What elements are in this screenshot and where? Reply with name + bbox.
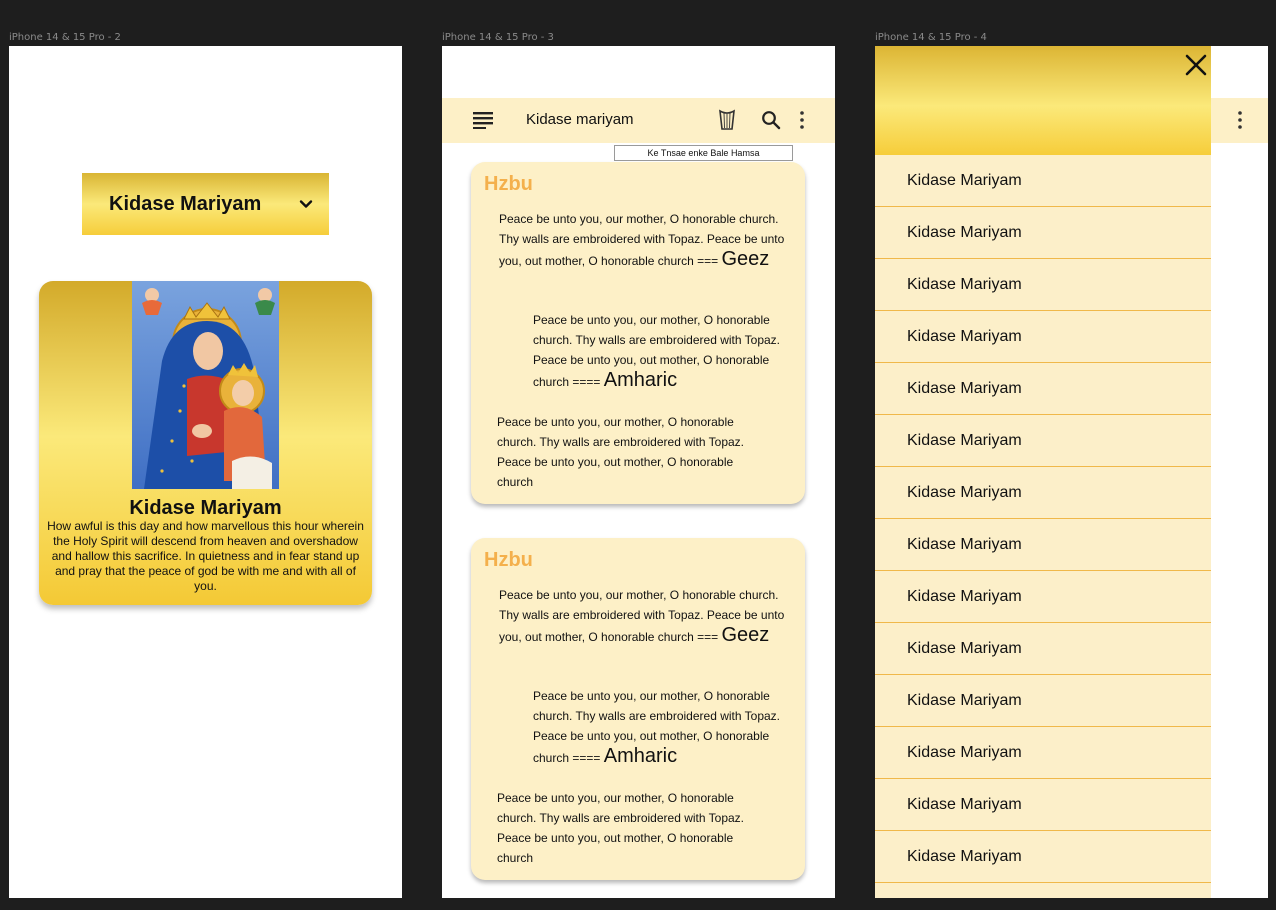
featured-card[interactable]: Kidase Mariyam How awful is this day and…: [39, 281, 372, 605]
reader-screen: Kidase mariyam Ke Tnsae enke Bale Hamsa …: [442, 46, 835, 898]
harp-icon[interactable]: [718, 109, 736, 131]
verse-card[interactable]: Hzbu Peace be unto you, our mother, O ho…: [471, 538, 805, 880]
english-passage: Peace be unto you, our mother, O honorab…: [497, 415, 745, 489]
verse-heading: Hzbu: [484, 549, 533, 571]
navigation-drawer: Kidase Mariyam Kidase Mariyam Kidase Mariy…: [875, 46, 1211, 898]
drawer-list: Kidase Mariyam Kidase Mariyam Kidase Mariy…: [875, 155, 1211, 883]
drawer-item[interactable]: Kidase Mariyam: [875, 571, 1211, 623]
drawer-item[interactable]: Kidase Mariyam: [875, 779, 1211, 831]
drawer-item[interactable]: Kidase Mariyam: [875, 259, 1211, 311]
amharic-passage: Peace be unto you, our mother, O honorab…: [533, 310, 803, 392]
drawer-item[interactable]: Kidase Mariyam: [875, 363, 1211, 415]
drawer-item[interactable]: Kidase Mariyam: [875, 155, 1211, 207]
close-icon[interactable]: [1185, 54, 1207, 76]
home-screen: Kidase Mariyam Kidase Mariyam How awful …: [9, 46, 402, 898]
drawer-item[interactable]: Kidase Mariyam: [875, 311, 1211, 363]
amharic-label: Amharic: [603, 745, 678, 767]
liturgy-dropdown[interactable]: Kidase Mariyam: [82, 173, 329, 235]
verse-heading: Hzbu: [484, 173, 533, 195]
geez-passage: Peace be unto you, our mother, O honorab…: [499, 209, 789, 271]
app-bar: Kidase mariyam: [442, 98, 835, 143]
drawer-item[interactable]: Kidase Mariyam: [875, 415, 1211, 467]
more-vert-icon[interactable]: [799, 110, 805, 130]
drawer-item[interactable]: Kidase Mariyam: [875, 831, 1211, 883]
drawer-item[interactable]: Kidase Mariyam: [875, 519, 1211, 571]
drawer-header: [875, 46, 1211, 155]
amharic-passage: Peace be unto you, our mother, O honorab…: [533, 686, 803, 768]
app-bar-title: Kidase mariyam: [526, 111, 634, 128]
more-vert-icon[interactable]: [1237, 110, 1243, 130]
chevron-down-icon: [299, 200, 313, 208]
amharic-label: Amharic: [603, 369, 678, 391]
geez-passage: Peace be unto you, our mother, O honorab…: [499, 585, 789, 647]
frame-label-home: iPhone 14 & 15 Pro - 2: [9, 32, 121, 43]
drawer-item[interactable]: Kidase Mariyam: [875, 207, 1211, 259]
drawer-item[interactable]: Kidase Mariyam: [875, 675, 1211, 727]
geez-label: Geez: [721, 624, 770, 646]
drawer-item[interactable]: Kidase Mariyam: [875, 727, 1211, 779]
frame-label-drawer: iPhone 14 & 15 Pro - 4: [875, 32, 987, 43]
drawer-screen: Kidase Mariyam Kidase Mariyam Kidase Mariy…: [875, 46, 1268, 898]
tooltip-label: Ke Tnsae enke Bale Hamsa: [614, 145, 793, 161]
card-description: How awful is this day and how marvellous…: [47, 519, 364, 593]
frame-label-reader: iPhone 14 & 15 Pro - 3: [442, 32, 554, 43]
verse-card[interactable]: Hzbu Peace be unto you, our mother, O ho…: [471, 162, 805, 504]
dropdown-label: Kidase Mariyam: [109, 192, 262, 215]
drawer-item[interactable]: Kidase Mariyam: [875, 467, 1211, 519]
drawer-item[interactable]: Kidase Mariyam: [875, 623, 1211, 675]
hamburger-icon[interactable]: [473, 112, 493, 129]
madonna-icon-image: [132, 281, 279, 489]
geez-label: Geez: [721, 248, 770, 270]
card-title: Kidase Mariyam: [129, 497, 282, 519]
search-icon[interactable]: [761, 110, 781, 130]
english-passage: Peace be unto you, our mother, O honorab…: [497, 791, 745, 865]
